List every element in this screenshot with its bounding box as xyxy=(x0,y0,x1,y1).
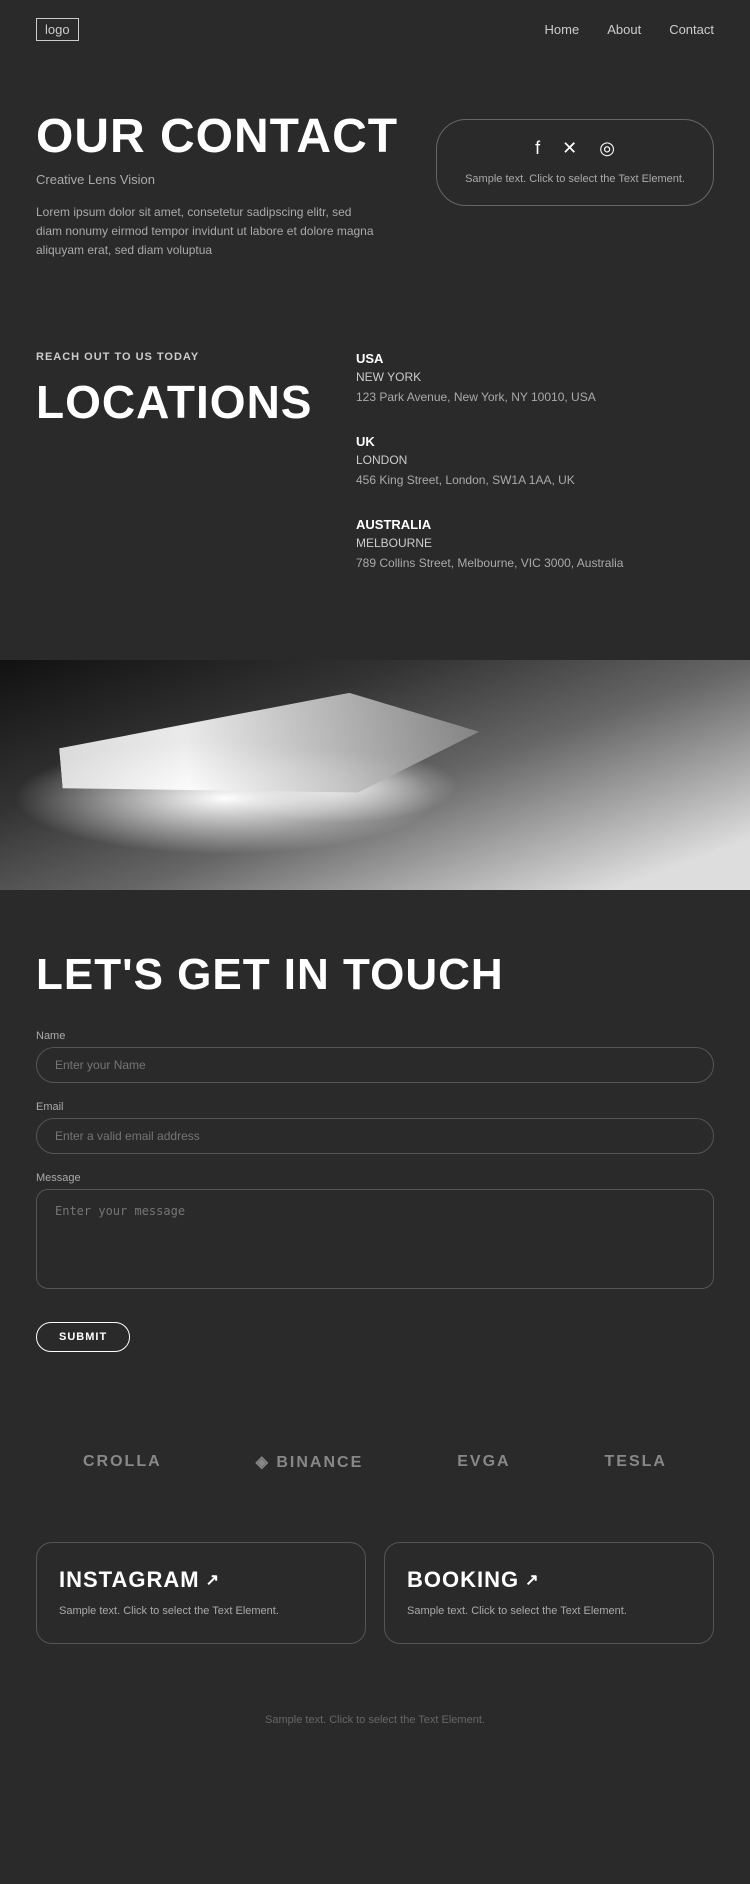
card-booking-text: Sample text. Click to select the Text El… xyxy=(407,1603,691,1620)
navbar: logo Home About Contact xyxy=(0,0,750,59)
social-icons: f ✕ ◎ xyxy=(465,138,685,159)
location-country-usa: USA xyxy=(356,351,714,366)
brand-tesla: TESLA xyxy=(605,1453,667,1471)
knife-shape xyxy=(56,681,483,817)
location-usa: USA NEW YORK 123 Park Avenue, New York, … xyxy=(356,351,714,406)
name-input[interactable] xyxy=(36,1047,714,1083)
brand-binance: ◈ BINANCE xyxy=(256,1452,364,1472)
card-booking[interactable]: BOOKING ↗ Sample text. Click to select t… xyxy=(384,1542,714,1645)
cards-section: INSTAGRAM ↗ Sample text. Click to select… xyxy=(0,1522,750,1695)
message-field-group: Message xyxy=(36,1172,714,1294)
card-instagram-arrow: ↗ xyxy=(206,1570,220,1590)
binance-icon: ◈ xyxy=(256,1454,277,1471)
location-country-uk: UK xyxy=(356,434,714,449)
email-field-group: Email xyxy=(36,1101,714,1154)
location-australia: AUSTRALIA MELBOURNE 789 Collins Street, … xyxy=(356,517,714,572)
location-city-australia: MELBOURNE xyxy=(356,536,714,550)
location-uk: UK LONDON 456 King Street, London, SW1A … xyxy=(356,434,714,489)
brands-section: CROLLA ◈ BINANCE EVGA TESLA xyxy=(0,1402,750,1522)
hero-image xyxy=(0,660,750,890)
card-instagram-title: INSTAGRAM ↗ xyxy=(59,1567,343,1593)
submit-button[interactable]: SUBMIT xyxy=(36,1322,130,1352)
location-city-usa: NEW YORK xyxy=(356,370,714,384)
logo: logo xyxy=(36,18,79,41)
name-field-group: Name xyxy=(36,1030,714,1083)
email-label: Email xyxy=(36,1101,714,1113)
locations-right: USA NEW YORK 123 Park Avenue, New York, … xyxy=(356,351,714,600)
location-address-usa: 123 Park Avenue, New York, NY 10010, USA xyxy=(356,388,714,406)
card-instagram-text: Sample text. Click to select the Text El… xyxy=(59,1603,343,1620)
card-instagram[interactable]: INSTAGRAM ↗ Sample text. Click to select… xyxy=(36,1542,366,1645)
form-section: LET'S GET IN TOUCH Name Email Message SU… xyxy=(0,890,750,1402)
hero-section: OUR CONTACT Creative Lens Vision Lorem i… xyxy=(0,59,750,301)
locations-title: LOCATIONS xyxy=(36,375,316,429)
nav-links: Home About Contact xyxy=(545,22,714,37)
social-text: Sample text. Click to select the Text El… xyxy=(465,173,685,185)
facebook-icon[interactable]: f xyxy=(535,138,540,159)
nav-home[interactable]: Home xyxy=(545,22,580,37)
twitter-icon[interactable]: ✕ xyxy=(562,138,577,159)
footer-text: Sample text. Click to select the Text El… xyxy=(36,1714,714,1726)
footer: Sample text. Click to select the Text El… xyxy=(0,1694,750,1746)
reach-label: REACH OUT TO US TODAY xyxy=(36,351,316,363)
brand-crolla: CROLLA xyxy=(83,1453,162,1471)
message-label: Message xyxy=(36,1172,714,1184)
locations-section: REACH OUT TO US TODAY LOCATIONS USA NEW … xyxy=(0,301,750,660)
social-box: f ✕ ◎ Sample text. Click to select the T… xyxy=(436,119,714,206)
location-address-uk: 456 King Street, London, SW1A 1AA, UK xyxy=(356,471,714,489)
locations-left: REACH OUT TO US TODAY LOCATIONS xyxy=(36,351,316,600)
location-city-uk: LONDON xyxy=(356,453,714,467)
email-input[interactable] xyxy=(36,1118,714,1154)
brand-evga: EVGA xyxy=(457,1453,510,1471)
image-inner xyxy=(0,660,750,890)
message-input[interactable] xyxy=(36,1189,714,1289)
location-address-australia: 789 Collins Street, Melbourne, VIC 3000,… xyxy=(356,554,714,572)
nav-contact[interactable]: Contact xyxy=(669,22,714,37)
name-label: Name xyxy=(36,1030,714,1042)
instagram-icon[interactable]: ◎ xyxy=(599,138,615,159)
hero-description: Lorem ipsum dolor sit amet, consetetur s… xyxy=(36,203,376,261)
location-country-australia: AUSTRALIA xyxy=(356,517,714,532)
card-booking-arrow: ↗ xyxy=(525,1570,539,1590)
card-booking-title: BOOKING ↗ xyxy=(407,1567,691,1593)
nav-about[interactable]: About xyxy=(607,22,641,37)
form-title: LET'S GET IN TOUCH xyxy=(36,950,714,1000)
